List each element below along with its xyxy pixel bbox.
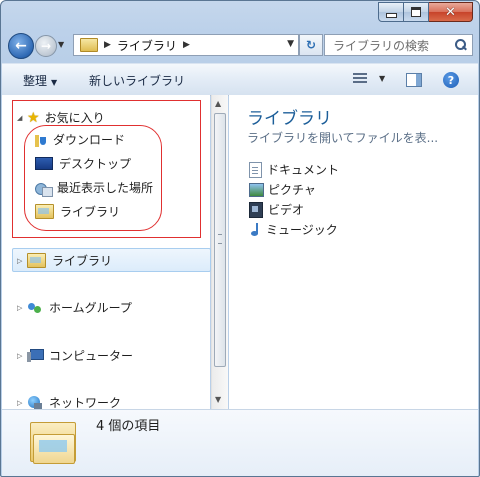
library-item-documents[interactable]: ドキュメント (249, 161, 339, 178)
library-icon (27, 253, 46, 268)
new-library-button[interactable]: 新しいライブラリ (89, 72, 185, 89)
library-large-icon (30, 418, 76, 464)
search-box[interactable]: ライブラリの検索 (324, 34, 473, 56)
arrow-left-icon: ← (15, 38, 27, 54)
computer-icon (27, 349, 44, 362)
content-pane: ライブラリ ライブラリを開いてファイルを表... ドキュメント ピクチャ ビデオ… (229, 95, 478, 409)
back-button[interactable]: ← (8, 33, 34, 59)
view-dropdown-icon[interactable]: ▼ (379, 74, 385, 83)
item-count: 4 個の項目 (96, 419, 161, 434)
documents-icon (249, 161, 262, 178)
forward-button[interactable]: → (35, 35, 57, 57)
search-input[interactable]: ライブラリの検索 (333, 37, 452, 54)
chevron-right-icon[interactable]: ▶ (104, 40, 111, 50)
refresh-icon: ↻ (305, 38, 317, 52)
library-folder-icon (80, 38, 98, 52)
close-button[interactable]: ✕ (429, 2, 473, 22)
homegroup-icon (27, 301, 43, 315)
minimize-icon (385, 12, 397, 18)
breadcrumb-library[interactable]: ライブラリ (117, 37, 177, 54)
library-item-label: ビデオ (268, 203, 305, 217)
collapsed-triangle-icon[interactable]: ▷ (17, 257, 27, 265)
library-item-videos[interactable]: ビデオ (249, 201, 304, 218)
command-bar: 整理 ▼ 新しいライブラリ ▼ ? (2, 63, 478, 96)
scroll-down-icon[interactable]: ▼ (215, 395, 221, 404)
maximize-button[interactable] (404, 2, 429, 22)
recent-pages-dropdown[interactable]: ▼ (58, 40, 64, 49)
grip-icon (218, 234, 222, 244)
search-icon[interactable] (452, 37, 468, 53)
library-item-pictures[interactable]: ピクチャ (249, 181, 316, 198)
caption-buttons: ✕ (378, 2, 473, 22)
navigation-bar: ← → ▼ ▶ ライブラリ ▶ ▼ ↻ ライブラリの検索 (1, 31, 479, 59)
address-dropdown-icon[interactable]: ▼ (287, 39, 294, 49)
nav-item-computer[interactable]: ▷ コンピューター (17, 347, 133, 364)
refresh-button[interactable]: ↻ (299, 34, 323, 56)
scroll-up-icon[interactable]: ▲ (215, 99, 221, 108)
maximize-icon (411, 7, 421, 17)
arrow-right-icon: → (40, 39, 52, 53)
explorer-window: ✕ ← → ▼ ▶ ライブラリ ▶ ▼ ↻ ライブラリの検索 整理 ▼ 新しいライ… (0, 0, 480, 477)
organize-label: 整理 (23, 74, 48, 88)
library-item-music[interactable]: ミュージック (249, 221, 338, 238)
red-highlight-oval (24, 125, 162, 231)
collapsed-triangle-icon[interactable]: ▷ (17, 399, 27, 407)
preview-pane-icon[interactable] (406, 73, 422, 87)
nav-item-label: ホームグループ (49, 301, 132, 315)
videos-icon (249, 201, 263, 218)
library-item-label: ミュージック (266, 223, 338, 237)
collapsed-triangle-icon[interactable]: ▷ (17, 304, 27, 312)
chevron-right-icon[interactable]: ▶ (183, 40, 190, 50)
network-icon (27, 395, 43, 410)
scroll-thumb[interactable] (214, 113, 226, 367)
minimize-button[interactable] (378, 2, 404, 22)
help-icon[interactable]: ? (443, 72, 459, 88)
organize-button[interactable]: 整理 ▼ (23, 72, 57, 89)
nav-item-label: コンピューター (49, 349, 134, 363)
music-icon (249, 222, 262, 237)
pictures-icon (249, 182, 264, 197)
address-bar[interactable]: ▶ ライブラリ ▶ ▼ (73, 34, 299, 56)
view-options-icon[interactable] (353, 73, 367, 85)
nav-scrollbar[interactable]: ▲ ▼ (211, 95, 228, 409)
library-item-label: ピクチャ (268, 183, 316, 197)
collapsed-triangle-icon[interactable]: ▷ (17, 352, 27, 360)
details-pane: 4 個の項目 (2, 409, 478, 476)
nav-item-homegroup[interactable]: ▷ ホームグループ (17, 299, 132, 316)
content-title: ライブラリ (247, 109, 332, 129)
nav-item-libraries[interactable]: ▷ ライブラリ (17, 252, 112, 269)
library-item-label: ドキュメント (267, 163, 340, 177)
chevron-down-icon: ▼ (51, 78, 58, 87)
content-subtitle: ライブラリを開いてファイルを表... (247, 131, 439, 145)
nav-item-label: ライブラリ (52, 254, 113, 268)
close-icon: ✕ (445, 4, 456, 20)
